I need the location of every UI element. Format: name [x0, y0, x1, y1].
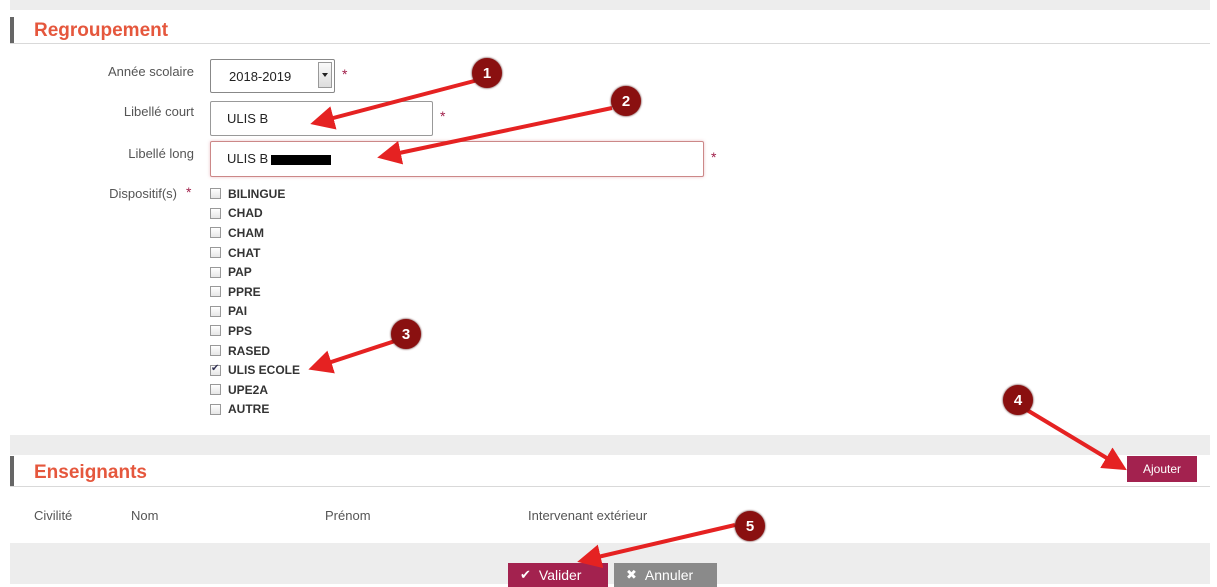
checkbox-checked[interactable]: [210, 363, 221, 376]
libelle-court-input[interactable]: ULIS B: [210, 101, 433, 136]
checkbox-label: PPS: [228, 323, 253, 338]
required-mark: *: [342, 66, 348, 82]
checkbox-item[interactable]: RASED: [210, 341, 300, 361]
checkbox-item[interactable]: PAP: [210, 262, 300, 282]
check-icon: ✔: [520, 567, 531, 582]
arrow-3: [308, 338, 399, 374]
top-band: [10, 0, 1210, 10]
column-header-civilite: Civilité: [34, 508, 73, 523]
libelle-long-value: ULIS B: [227, 151, 269, 166]
libelle-court-value: ULIS B: [227, 111, 269, 126]
checkbox[interactable]: [210, 345, 221, 357]
checkbox[interactable]: [210, 188, 221, 200]
checkbox-label: CHAM: [228, 225, 264, 240]
libelle-long-value-wrap: ULIS B: [227, 151, 332, 166]
required-mark: *: [440, 108, 446, 124]
checkbox-label: PAP: [228, 265, 252, 280]
checkbox-item[interactable]: UPE2A: [210, 380, 300, 400]
checkbox-label: BILINGUE: [228, 186, 286, 201]
checkbox[interactable]: [210, 384, 221, 396]
annotation-arrows: [308, 78, 1127, 569]
checkbox-item[interactable]: ULIS ECOLE: [210, 360, 300, 380]
checkbox-item[interactable]: AUTRE: [210, 400, 300, 420]
annee-label: Année scolaire: [108, 64, 194, 79]
callout-4: 4: [1003, 385, 1033, 415]
libelle-long-label: Libellé long: [128, 146, 194, 161]
checkbox-item[interactable]: PPRE: [210, 282, 300, 302]
callout-3: 3: [391, 319, 421, 349]
annee-select[interactable]: 2018-2019: [210, 59, 335, 93]
dispositifs-label: Dispositif(s): [109, 186, 177, 201]
checkbox[interactable]: [210, 403, 221, 415]
annuler-label: Annuler: [644, 567, 694, 583]
checkbox[interactable]: [210, 247, 221, 259]
valider-label: Valider: [538, 567, 582, 583]
checkbox-item[interactable]: CHAT: [210, 243, 300, 263]
checkbox[interactable]: [210, 266, 221, 278]
checkbox[interactable]: [210, 227, 221, 239]
required-mark: *: [186, 184, 192, 200]
redaction-bar: [271, 154, 332, 165]
checkbox-label: CHAT: [228, 245, 261, 260]
callout-1: 1: [472, 58, 502, 88]
regroupement-title: Regroupement: [34, 20, 169, 41]
checkbox-item[interactable]: CHAD: [210, 204, 300, 224]
annuler-button[interactable]: ✖ Annuler: [614, 563, 717, 587]
section-separator: [10, 435, 1210, 455]
ajouter-button[interactable]: Ajouter: [1127, 456, 1197, 482]
column-header-prenom: Prénom: [325, 508, 371, 523]
column-header-intervenant: Intervenant extérieur: [528, 508, 648, 523]
checkbox[interactable]: [210, 207, 221, 219]
checkbox-item[interactable]: CHAM: [210, 223, 300, 243]
checkbox-label: ULIS ECOLE: [228, 363, 301, 378]
checkbox-item[interactable]: PPS: [210, 321, 300, 341]
libelle-long-input[interactable]: ULIS B: [210, 141, 704, 177]
section-marker: [10, 17, 14, 43]
checkbox-label: CHAD: [228, 206, 263, 221]
footer-band: [10, 543, 1210, 584]
column-header-nom: Nom: [131, 508, 159, 523]
checkbox-item[interactable]: BILINGUE: [210, 184, 300, 204]
enseignants-title: Enseignants: [34, 462, 147, 483]
chevron-down-icon[interactable]: [318, 62, 332, 88]
required-mark: *: [711, 149, 717, 165]
valider-button[interactable]: ✔ Valider: [508, 563, 608, 587]
checkbox-label: RASED: [228, 343, 271, 358]
section-marker: [10, 456, 14, 486]
checkbox[interactable]: [210, 325, 221, 337]
checkbox[interactable]: [210, 305, 221, 317]
checkbox-item[interactable]: PAI: [210, 302, 300, 322]
callout-5: 5: [735, 511, 765, 541]
enseignants-header: Enseignants: [10, 456, 1210, 487]
callout-2: 2: [611, 86, 641, 116]
annee-value: 2018-2019: [229, 69, 292, 84]
regroupement-header: Regroupement: [10, 17, 1210, 44]
checkbox-label: UPE2A: [228, 382, 269, 397]
dispositifs-list: BILINGUE CHAD CHAM CHAT PAP PPRE PAI PPS…: [210, 184, 300, 419]
libelle-court-label: Libellé court: [123, 104, 194, 119]
checkbox-label: AUTRE: [228, 402, 270, 417]
checkbox-label: PAI: [228, 304, 248, 319]
checkbox[interactable]: [210, 286, 221, 298]
checkbox-label: PPRE: [228, 284, 261, 299]
close-icon: ✖: [626, 567, 637, 582]
